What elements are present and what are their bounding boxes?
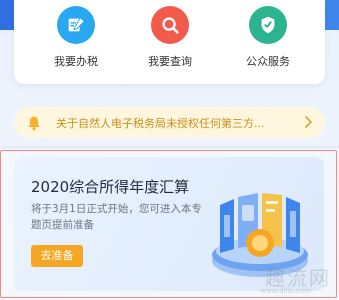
promo-title: 2020综合所得年度汇算 — [31, 178, 190, 196]
promo-description: 将于3月1日正式开始，您可进入本专题页提前准备 — [31, 203, 202, 231]
chevron-right-icon — [305, 116, 312, 128]
tax-app-screen: 我要办税 我要查询 公众服务 关于自然人电子税务局未授权任何第三方... 202… — [0, 0, 339, 300]
notice-banner[interactable]: 关于自然人电子税务局未授权任何第三方... — [14, 107, 325, 138]
service-item-public-service[interactable]: 公众服务 — [228, 6, 308, 69]
service-label: 公众服务 — [246, 55, 290, 68]
service-item-tax-filing[interactable]: 我要办税 — [36, 6, 116, 69]
service-label: 我要查询 — [148, 55, 192, 68]
service-grid: 我要办税 我要查询 公众服务 — [14, 0, 325, 84]
tax-shield-icon — [249, 6, 287, 44]
pen-icon — [57, 6, 95, 44]
bell-icon — [24, 113, 44, 133]
notice-text: 关于自然人电子税务局未授权任何第三方... — [56, 116, 265, 130]
search-icon — [151, 6, 189, 44]
section-divider — [0, 146, 339, 148]
service-label: 我要办税 — [54, 55, 98, 68]
watermark-url: www.qlliu.com — [260, 287, 311, 295]
prepare-button[interactable]: 去准备 — [31, 245, 83, 267]
service-item-query[interactable]: 我要查询 — [130, 6, 210, 69]
